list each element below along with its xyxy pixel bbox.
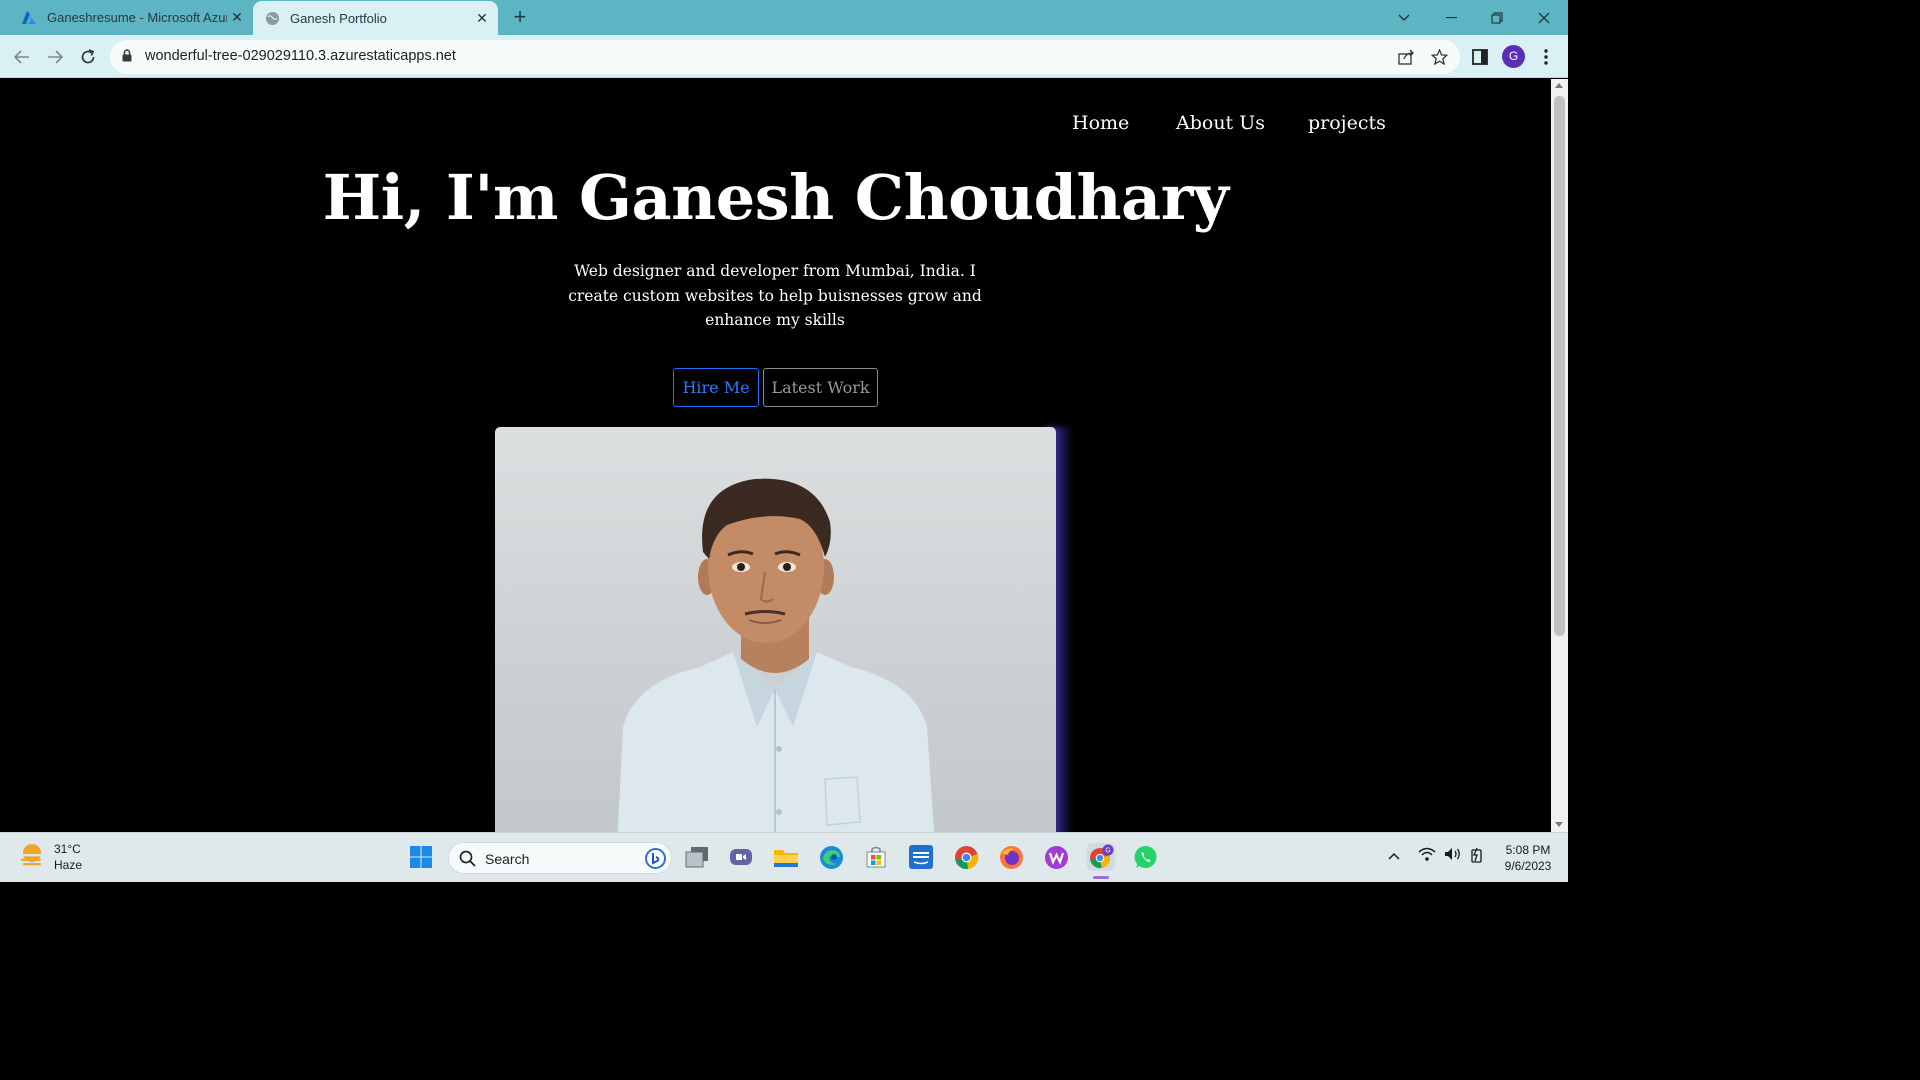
page-viewport: Home About Us projects Hi, I'm Ganesh Ch… bbox=[0, 79, 1551, 832]
taskbar-search[interactable]: Search bbox=[448, 842, 672, 874]
nav-home-link[interactable]: Home bbox=[1072, 112, 1129, 134]
close-tab-icon[interactable]: ✕ bbox=[472, 10, 492, 27]
chrome-profile-icon[interactable]: G bbox=[1087, 843, 1115, 871]
bing-icon[interactable] bbox=[645, 848, 666, 874]
nav-projects-link[interactable]: projects bbox=[1308, 112, 1386, 134]
clock-date: 9/6/2023 bbox=[1504, 859, 1552, 873]
lock-icon[interactable] bbox=[122, 49, 132, 67]
windows-taskbar: 31°C Haze Search G 5:08 PM 9/6/2023 bbox=[0, 832, 1568, 882]
whatsapp-icon[interactable] bbox=[1131, 843, 1159, 871]
microsoft-store-icon[interactable] bbox=[862, 843, 890, 871]
scroll-down-arrow[interactable] bbox=[1555, 822, 1563, 827]
hero-title: Hi, I'm Ganesh Choudhary bbox=[322, 161, 1229, 234]
url-text: wonderful-tree-029029110.3.azurestaticap… bbox=[145, 48, 456, 64]
hero-subtitle: Web designer and developer from Mumbai, … bbox=[568, 262, 982, 329]
weather-condition: Haze bbox=[54, 858, 83, 872]
side-panel-icon[interactable] bbox=[1468, 45, 1492, 69]
task-view-icon[interactable] bbox=[683, 843, 711, 871]
browser-toolbar: wonderful-tree-029029110.3.azurestaticap… bbox=[0, 35, 1568, 78]
page-scrollbar[interactable] bbox=[1551, 79, 1568, 832]
restore-button[interactable] bbox=[1474, 0, 1520, 35]
tab-search-icon[interactable] bbox=[1381, 0, 1427, 35]
teams-chat-icon[interactable] bbox=[727, 843, 755, 871]
hire-me-button[interactable]: Hire Me bbox=[673, 368, 759, 407]
nav-about-link[interactable]: About Us bbox=[1176, 112, 1265, 134]
globe-icon bbox=[264, 10, 280, 26]
close-window-button[interactable] bbox=[1521, 0, 1567, 35]
weather-widget[interactable]: 31°C Haze bbox=[18, 841, 82, 873]
battery-charging-icon[interactable] bbox=[1469, 847, 1487, 866]
scroll-thumb[interactable] bbox=[1554, 96, 1565, 636]
scroll-up-arrow[interactable] bbox=[1555, 83, 1563, 88]
tab-portfolio[interactable]: Ganesh Portfolio ✕ bbox=[253, 1, 498, 35]
tab-azure[interactable]: Ganeshresume - Microsoft Azure ✕ bbox=[10, 0, 253, 35]
profile-avatar[interactable]: G bbox=[1502, 45, 1525, 68]
chrome-icon[interactable] bbox=[952, 843, 980, 871]
system-clock[interactable]: 5:08 PM 9/6/2023 bbox=[1496, 842, 1560, 874]
bookmark-star-icon[interactable] bbox=[1429, 47, 1449, 67]
latest-work-button[interactable]: Latest Work bbox=[763, 368, 878, 407]
reload-button[interactable] bbox=[74, 43, 102, 71]
search-label: Search bbox=[485, 851, 530, 867]
back-button[interactable] bbox=[8, 43, 36, 71]
profile-photo bbox=[495, 427, 1056, 832]
close-tab-icon[interactable]: ✕ bbox=[227, 9, 247, 26]
svg-text:G: G bbox=[1105, 848, 1110, 855]
tab-title: Ganeshresume - Microsoft Azure bbox=[47, 10, 227, 25]
wps-office-icon[interactable] bbox=[1042, 843, 1070, 871]
new-tab-button[interactable]: + bbox=[508, 4, 532, 30]
browser-tab-strip: Ganeshresume - Microsoft Azure ✕ Ganesh … bbox=[0, 0, 1568, 35]
wifi-icon[interactable] bbox=[1418, 847, 1436, 864]
minimize-button[interactable] bbox=[1428, 0, 1474, 35]
clock-time: 5:08 PM bbox=[1505, 843, 1551, 857]
azure-icon bbox=[21, 10, 37, 26]
windows-start-icon[interactable] bbox=[407, 843, 435, 871]
address-bar[interactable]: wonderful-tree-029029110.3.azurestaticap… bbox=[110, 40, 1460, 74]
share-icon[interactable] bbox=[1396, 47, 1416, 67]
active-app-indicator bbox=[1093, 876, 1109, 879]
haze-weather-icon bbox=[18, 842, 46, 873]
forward-button[interactable] bbox=[41, 43, 69, 71]
prime-video-icon[interactable] bbox=[907, 843, 935, 871]
menu-kebab-icon[interactable] bbox=[1534, 45, 1558, 69]
firefox-icon[interactable] bbox=[997, 843, 1025, 871]
edge-browser-icon[interactable] bbox=[817, 843, 845, 871]
file-explorer-icon[interactable] bbox=[772, 843, 800, 871]
weather-temp: 31°C bbox=[54, 842, 81, 856]
search-icon bbox=[459, 850, 476, 872]
show-hidden-icons-chevron[interactable] bbox=[1388, 847, 1400, 863]
tab-title: Ganesh Portfolio bbox=[290, 10, 387, 26]
volume-icon[interactable] bbox=[1444, 847, 1462, 864]
